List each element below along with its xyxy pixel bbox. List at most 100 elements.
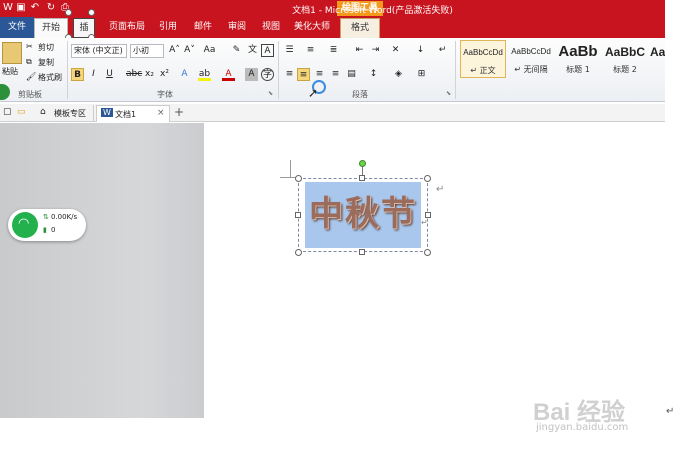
- style-name: 标题 2: [613, 65, 637, 74]
- resize-handle[interactable]: [359, 175, 365, 181]
- highlight-icon[interactable]: ab: [198, 68, 211, 81]
- tab-references[interactable]: 引用: [153, 18, 183, 38]
- left-gray-margin: [0, 123, 204, 418]
- new-tab-plus-icon[interactable]: +: [174, 105, 184, 119]
- shape-selection-frame[interactable]: [298, 178, 428, 252]
- template-tab[interactable]: ⌂ 模板专区: [34, 105, 94, 122]
- justify-icon[interactable]: ≡: [329, 68, 342, 81]
- enclose-characters-icon[interactable]: 字: [261, 68, 274, 81]
- doc-tab[interactable]: W 文档1 ×: [96, 105, 170, 122]
- phonetic-guide-icon[interactable]: 文: [246, 44, 259, 57]
- align-left-icon[interactable]: ≡: [283, 68, 296, 81]
- cut-icon[interactable]: ✂: [26, 42, 33, 51]
- sort-icon[interactable]: ↓: [414, 44, 427, 57]
- group-divider: [278, 41, 279, 99]
- speed-arrows-icon: ⇅: [43, 213, 49, 221]
- overlay-handle: [88, 9, 95, 16]
- resize-handle[interactable]: [359, 249, 365, 255]
- line-spacing-icon[interactable]: ↕: [367, 68, 380, 81]
- right-edge: [665, 0, 693, 455]
- template-tab-label: 模板专区: [54, 109, 86, 118]
- italic-icon[interactable]: I: [87, 68, 100, 81]
- close-icon[interactable]: ×: [157, 108, 165, 118]
- format-painter-button[interactable]: 格式刷: [38, 72, 62, 83]
- phone-icon: ▮: [43, 226, 47, 234]
- text-effects-icon[interactable]: A: [178, 68, 191, 81]
- style-preview: AaBbCcDd: [511, 47, 551, 56]
- superscript-icon[interactable]: x²: [158, 68, 171, 81]
- window-title: 文档1 - Microsoft Word(产品激活失败): [292, 6, 453, 16]
- home-icon: ⌂: [40, 107, 46, 117]
- borders-icon[interactable]: ⊞: [415, 68, 428, 81]
- change-case-icon[interactable]: Aa: [203, 44, 216, 57]
- grow-font-icon[interactable]: A˄: [168, 44, 181, 57]
- resize-handle[interactable]: [295, 212, 301, 218]
- style-no-spacing[interactable]: AaBbCcDd ↵ 无间隔: [508, 40, 554, 78]
- resize-handle[interactable]: [295, 249, 302, 256]
- clear-format-icon[interactable]: ✎: [230, 44, 243, 57]
- style-name: 标题 1: [566, 65, 590, 74]
- multilevel-list-icon[interactable]: ≣: [327, 44, 340, 57]
- word-doc-icon: W: [101, 108, 113, 117]
- format-painter-icon[interactable]: 🖌: [26, 72, 36, 81]
- distributed-icon[interactable]: ▤: [345, 68, 358, 81]
- rotate-handle[interactable]: [359, 160, 366, 167]
- style-preview: AaBbC: [604, 45, 645, 59]
- increase-indent-icon[interactable]: ⇥: [369, 44, 382, 57]
- resize-handle[interactable]: [424, 175, 431, 182]
- tab-home[interactable]: 开始: [34, 18, 68, 38]
- shrink-font-icon[interactable]: A˅: [183, 44, 196, 57]
- new-doc-icon[interactable]: ▢: [3, 107, 12, 117]
- underline-icon[interactable]: U: [103, 68, 116, 81]
- shading-icon[interactable]: ◈: [392, 68, 405, 81]
- group-divider: [67, 41, 68, 99]
- tab-page-layout[interactable]: 页面布局: [105, 18, 149, 38]
- font-size-combo[interactable]: 小初: [130, 44, 164, 58]
- copy-button[interactable]: 复制: [38, 57, 54, 68]
- paragraph-dialog-launcher-icon[interactable]: ⬊: [446, 90, 451, 97]
- strikethrough-icon[interactable]: abc: [126, 68, 142, 81]
- style-preview: AaBb: [558, 43, 598, 60]
- resize-handle[interactable]: [295, 175, 302, 182]
- tab-format[interactable]: 格式: [340, 18, 380, 38]
- font-name-combo[interactable]: 宋体 (中文正): [71, 44, 127, 58]
- network-speed-widget[interactable]: ◠ ⇅ 0.00K/s ▮ 0: [8, 209, 86, 241]
- document-page[interactable]: [204, 123, 665, 418]
- cut-button[interactable]: 剪切: [38, 42, 54, 53]
- show-marks-icon[interactable]: ↵: [436, 44, 449, 57]
- chinese-layout-icon[interactable]: ✕: [389, 44, 402, 57]
- style-name: ↵ 无间隔: [514, 65, 548, 74]
- network-speed: 0.00K/s: [51, 213, 78, 221]
- align-center-icon[interactable]: ≡: [297, 68, 310, 81]
- character-border-icon[interactable]: A: [261, 44, 274, 57]
- copy-icon[interactable]: ⧉: [26, 57, 32, 67]
- paste-button[interactable]: 粘贴: [2, 66, 18, 77]
- decrease-indent-icon[interactable]: ⇤: [353, 44, 366, 57]
- numbering-icon[interactable]: ≡: [304, 44, 317, 57]
- doc-tab-label: 文档1: [115, 110, 137, 119]
- paste-icon[interactable]: [2, 42, 22, 64]
- tab-view[interactable]: 视图: [256, 18, 286, 38]
- style-name: ↵ 正文: [470, 66, 496, 75]
- tab-file[interactable]: 文件: [0, 17, 34, 38]
- style-heading-2[interactable]: AaBbC 标题 2: [603, 40, 647, 78]
- style-heading-1[interactable]: AaBb 标题 1: [556, 40, 600, 78]
- tab-mailings[interactable]: 邮件: [188, 18, 218, 38]
- group-divider: [455, 41, 456, 99]
- open-folder-icon[interactable]: ▭: [17, 107, 26, 117]
- tab-review[interactable]: 审阅: [222, 18, 252, 38]
- resize-handle[interactable]: [424, 249, 431, 256]
- character-shading-icon[interactable]: A: [245, 68, 258, 81]
- bold-icon[interactable]: B: [71, 68, 84, 81]
- font-group-label: 字体: [157, 90, 173, 99]
- tab-beautify[interactable]: 美化大师: [290, 18, 334, 38]
- bullets-icon[interactable]: ☰: [283, 44, 296, 57]
- font-color-icon[interactable]: A: [222, 68, 235, 81]
- style-normal[interactable]: AaBbCcDd ↵ 正文: [460, 40, 506, 78]
- overlay-handle: [65, 9, 72, 16]
- style-more[interactable]: Aa: [650, 40, 665, 78]
- margin-corner-mark: [290, 160, 291, 178]
- font-dialog-launcher-icon[interactable]: ⬊: [268, 90, 273, 97]
- subscript-icon[interactable]: x₂: [143, 68, 156, 81]
- wifi-icon: ◠: [12, 212, 38, 238]
